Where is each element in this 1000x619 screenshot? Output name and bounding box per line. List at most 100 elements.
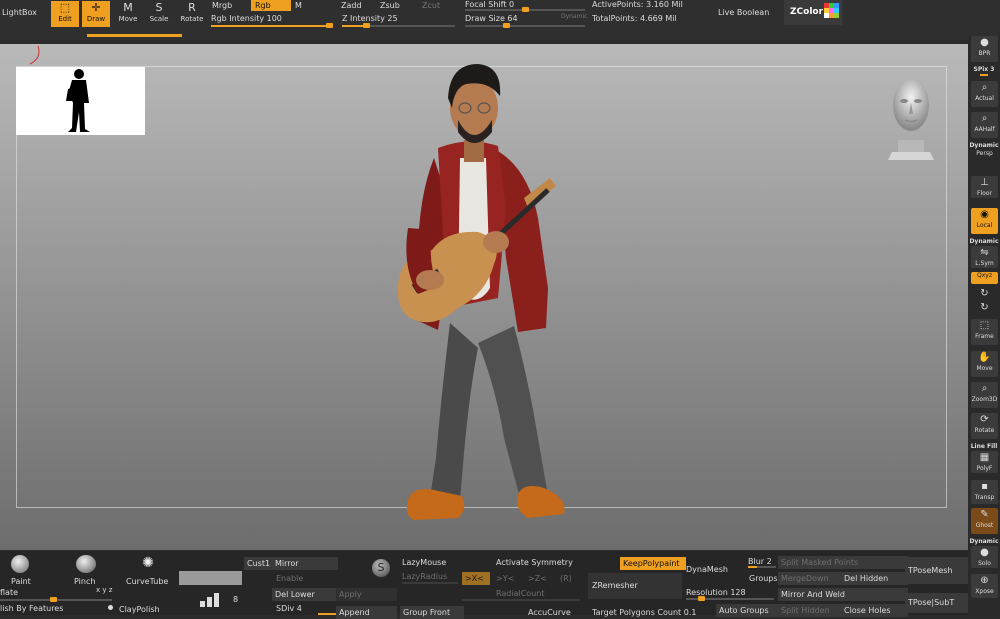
keep-polypaint-button[interactable]: KeepPolypaint xyxy=(620,557,686,570)
inflate-slider[interactable] xyxy=(0,597,112,602)
frame-button[interactable]: ⬚ Frame xyxy=(971,319,998,345)
groups-button[interactable]: Groups xyxy=(749,574,778,583)
tpose-subt-button[interactable]: TPose|SubT xyxy=(905,593,968,613)
move-icon: M xyxy=(123,1,133,14)
del-hidden-button[interactable]: Del Hidden xyxy=(841,572,908,585)
draw-size-knob[interactable] xyxy=(503,23,510,28)
xyz-rotation-button[interactable]: Qxyz xyxy=(971,272,998,284)
rotate-y-icon[interactable]: ↻ xyxy=(971,288,998,300)
rotate-button[interactable]: R Rotate xyxy=(178,1,206,27)
cust1-button[interactable]: Cust1 xyxy=(244,557,274,570)
transp-button[interactable]: ▪ Transp xyxy=(971,480,998,504)
edit-button[interactable]: ⬚ Edit xyxy=(51,1,79,27)
curvetube-brush-button[interactable]: ✺ CurveTube xyxy=(126,555,172,586)
merge-down-button[interactable]: MergeDown xyxy=(778,572,842,585)
z-axis-button[interactable]: >Z< xyxy=(528,574,547,583)
blur-slider[interactable] xyxy=(748,566,776,568)
silhouette-thumbnail[interactable] xyxy=(16,67,145,135)
y-axis-button[interactable]: >Y< xyxy=(496,574,514,583)
focal-shift-knob[interactable] xyxy=(522,7,529,12)
mirror-button[interactable]: Mirror xyxy=(272,557,338,570)
lightbox-button[interactable]: LightBox xyxy=(2,8,37,18)
dynamic-label: Dynamic xyxy=(969,142,999,149)
enable-button[interactable]: Enable xyxy=(276,574,303,583)
group-front-button[interactable]: Group Front xyxy=(400,606,464,619)
zoom3d-button[interactable]: ⌕ Zoom3D xyxy=(971,382,998,408)
rgb-button[interactable]: Rgb xyxy=(251,0,291,11)
zsub-button[interactable]: Zsub xyxy=(376,0,404,11)
silhouette-figure-icon xyxy=(66,69,90,132)
z-intensity-slider[interactable] xyxy=(342,23,455,28)
paint-brush-button[interactable]: Paint xyxy=(6,555,36,586)
z-intensity-knob[interactable] xyxy=(363,23,371,28)
pinch-brush-button[interactable]: Pinch xyxy=(70,555,104,586)
actual-button[interactable]: ⌕ Actual xyxy=(971,81,998,107)
radialcount-slider[interactable] xyxy=(462,599,580,601)
hand-icon: ✋ xyxy=(978,352,991,363)
radial-button[interactable]: (R) xyxy=(560,574,572,583)
lazymouse-icon: S xyxy=(372,559,390,577)
local-button[interactable]: ◉ Local xyxy=(971,208,998,234)
close-holes-button[interactable]: Close Holes xyxy=(841,604,908,617)
move-button[interactable]: M Move xyxy=(115,1,141,27)
navigation-head-gizmo[interactable] xyxy=(884,70,936,160)
inflate-knob[interactable] xyxy=(50,597,57,602)
xpose-button[interactable]: ⊕ Xpose xyxy=(971,574,998,598)
accucurve-button[interactable]: AccuCurve xyxy=(528,608,571,617)
subdiv-count: 8 xyxy=(233,595,239,604)
rotate-z-icon[interactable]: ↻ xyxy=(971,302,998,314)
m-button[interactable]: M xyxy=(291,0,306,11)
resolution-label: Resolution 128 xyxy=(686,588,746,597)
character-model-guitarist[interactable] xyxy=(378,58,568,530)
rgb-intensity-slider[interactable] xyxy=(211,23,333,28)
focal-shift-slider[interactable] xyxy=(465,7,585,12)
del-lower-button[interactable]: Del Lower xyxy=(272,588,338,601)
zcut-button[interactable]: Zcut xyxy=(418,0,444,11)
zadd-button[interactable]: Zadd xyxy=(337,0,366,11)
claypolish-button[interactable]: ClayPolish xyxy=(119,605,160,614)
curvetube-brush-icon: ✺ xyxy=(142,555,154,571)
persp-button[interactable]: Persp xyxy=(971,150,998,170)
move-view-button[interactable]: ✋ Move xyxy=(971,351,998,377)
draw-button[interactable]: ✛ Draw xyxy=(82,1,110,27)
resolution-knob[interactable] xyxy=(698,596,705,601)
lazymouse-button[interactable]: LazyMouse xyxy=(402,558,446,567)
brush-swatch[interactable] xyxy=(179,571,242,585)
subdivision-grid-icon xyxy=(200,593,219,607)
split-masked-points-button[interactable]: Split Masked Points xyxy=(778,556,908,569)
solo-button[interactable]: ● Solo xyxy=(971,546,998,568)
auto-groups-button[interactable]: Auto Groups xyxy=(716,604,780,617)
scale-button[interactable]: S Scale xyxy=(146,1,172,27)
scale-icon: S xyxy=(155,1,163,14)
activate-symmetry-button[interactable]: Activate Symmetry xyxy=(496,558,573,567)
apply-button[interactable]: Apply xyxy=(336,588,397,601)
split-hidden-button[interactable]: Split Hidden xyxy=(778,604,842,617)
lazyradius-slider[interactable] xyxy=(402,582,458,584)
polyf-button[interactable]: ▦ PolyF xyxy=(971,451,998,473)
lsym-icon: ⇋ xyxy=(980,247,989,258)
dynamesh-button[interactable]: DynaMesh xyxy=(686,565,728,574)
mrgb-button[interactable]: Mrgb xyxy=(208,0,236,11)
zremesher-button[interactable]: ZRemesher xyxy=(592,581,638,590)
bpr-button[interactable]: ● BPR xyxy=(971,36,998,62)
rotate-view-button[interactable]: ⟳ Rotate xyxy=(971,413,998,439)
ghost-button[interactable]: ✎ Ghost xyxy=(971,508,998,534)
dynamic-toggle[interactable]: Dynamic xyxy=(561,12,587,22)
document-canvas[interactable] xyxy=(0,44,968,550)
target-polygons-label: Target Polygons Count 0.1 xyxy=(592,608,697,617)
lsym-button[interactable]: ⇋ L.Sym xyxy=(971,246,998,268)
resolution-slider[interactable] xyxy=(686,596,774,601)
spix-control[interactable]: SPix 3 xyxy=(968,66,1000,73)
paint-brush-icon xyxy=(11,555,29,573)
floor-button[interactable]: ⊥ Floor xyxy=(971,176,998,198)
polish-toggle[interactable] xyxy=(108,605,113,610)
mirror-and-weld-button[interactable]: Mirror And Weld xyxy=(778,588,908,601)
live-boolean-button[interactable]: Live Boolean xyxy=(718,8,769,18)
zcolor-button[interactable]: ZColor xyxy=(784,0,842,25)
tposemesh-button[interactable]: TPoseMesh xyxy=(905,557,968,584)
rgb-intensity-knob[interactable] xyxy=(326,23,333,28)
aahalf-button[interactable]: ⌕ AAHalf xyxy=(971,112,998,138)
draw-size-slider[interactable] xyxy=(465,23,585,28)
x-axis-button[interactable]: >X< xyxy=(462,572,490,585)
append-button[interactable]: Append xyxy=(336,606,397,619)
